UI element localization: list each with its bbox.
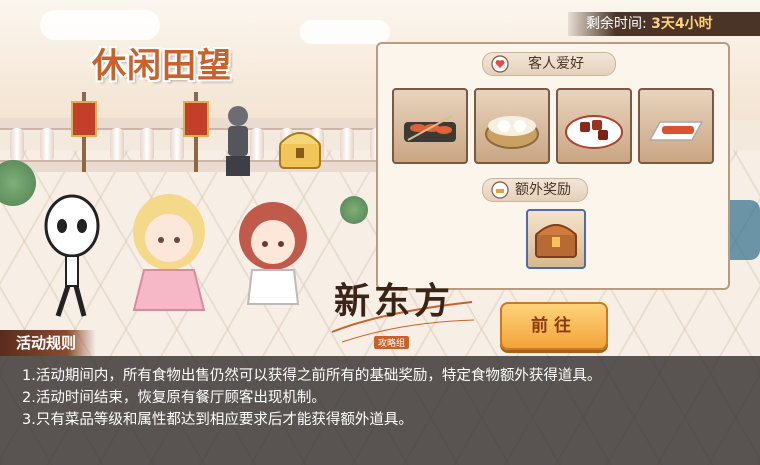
shrimp-skewer-icon (404, 115, 456, 142)
braised-meat-icon (565, 115, 623, 149)
rule-line-2: 2.活动时间结束，恢复原有餐厅顾客出现机制。 (22, 390, 326, 406)
redhead-girl-character[interactable] (230, 200, 316, 322)
rule-line-1: 1.活动期间内，所有食物出售仍然可以获得之前所有的基础奖励，特定食物额外获得道具… (22, 368, 602, 384)
dumpling-steamer-icon (485, 116, 539, 149)
banner-left-icon (71, 92, 97, 172)
rules-tag: 活动规则 (0, 330, 97, 356)
event-info-panel: 客人爱好 额外奖励 (376, 42, 730, 290)
timer-label: 剩余时间: (586, 16, 647, 32)
reward-bubble-icon (491, 181, 509, 199)
rule-line-3: 3.只有菜品等级和属性都达到相应要求后才能获得额外道具。 (22, 412, 413, 428)
guest-preference-header: 客人爱好 (482, 52, 616, 76)
knight-statue-icon (226, 106, 250, 176)
guest-preference-label: 客人爱好 (528, 56, 584, 72)
heart-bubble-icon (491, 55, 509, 73)
blonde-girl-character[interactable] (126, 192, 212, 322)
skeleton-character[interactable] (40, 192, 104, 322)
dish-slot-shrimp[interactable] (392, 88, 468, 164)
go-button[interactable]: 前往 (500, 302, 608, 350)
treasure-chest-icon (535, 224, 577, 258)
dish-slot-dumpling[interactable] (474, 88, 550, 164)
logo-main-text: 新东方 (334, 280, 455, 322)
cloud (300, 20, 390, 44)
event-title: 休闲田望 (92, 46, 232, 86)
logo-sub-text: 攻略组 (374, 336, 410, 349)
shrub (340, 196, 368, 224)
watermark-logo: 新东方 攻略组 (322, 262, 482, 354)
cloud (40, 10, 160, 40)
gold-chest-icon (279, 132, 321, 169)
remaining-time: 剩余时间: 3天4小时 (568, 12, 760, 36)
extra-reward-label: 额外奖励 (515, 182, 571, 198)
banner-right-icon (183, 92, 209, 172)
dish-slot-braised-meat[interactable] (556, 88, 632, 164)
grilled-fish-icon (648, 121, 704, 141)
timer-value: 3天4小时 (651, 16, 713, 32)
dish-slot-grilled-fish[interactable] (638, 88, 714, 164)
reward-slot[interactable] (526, 209, 586, 269)
extra-reward-header: 额外奖励 (482, 178, 588, 202)
